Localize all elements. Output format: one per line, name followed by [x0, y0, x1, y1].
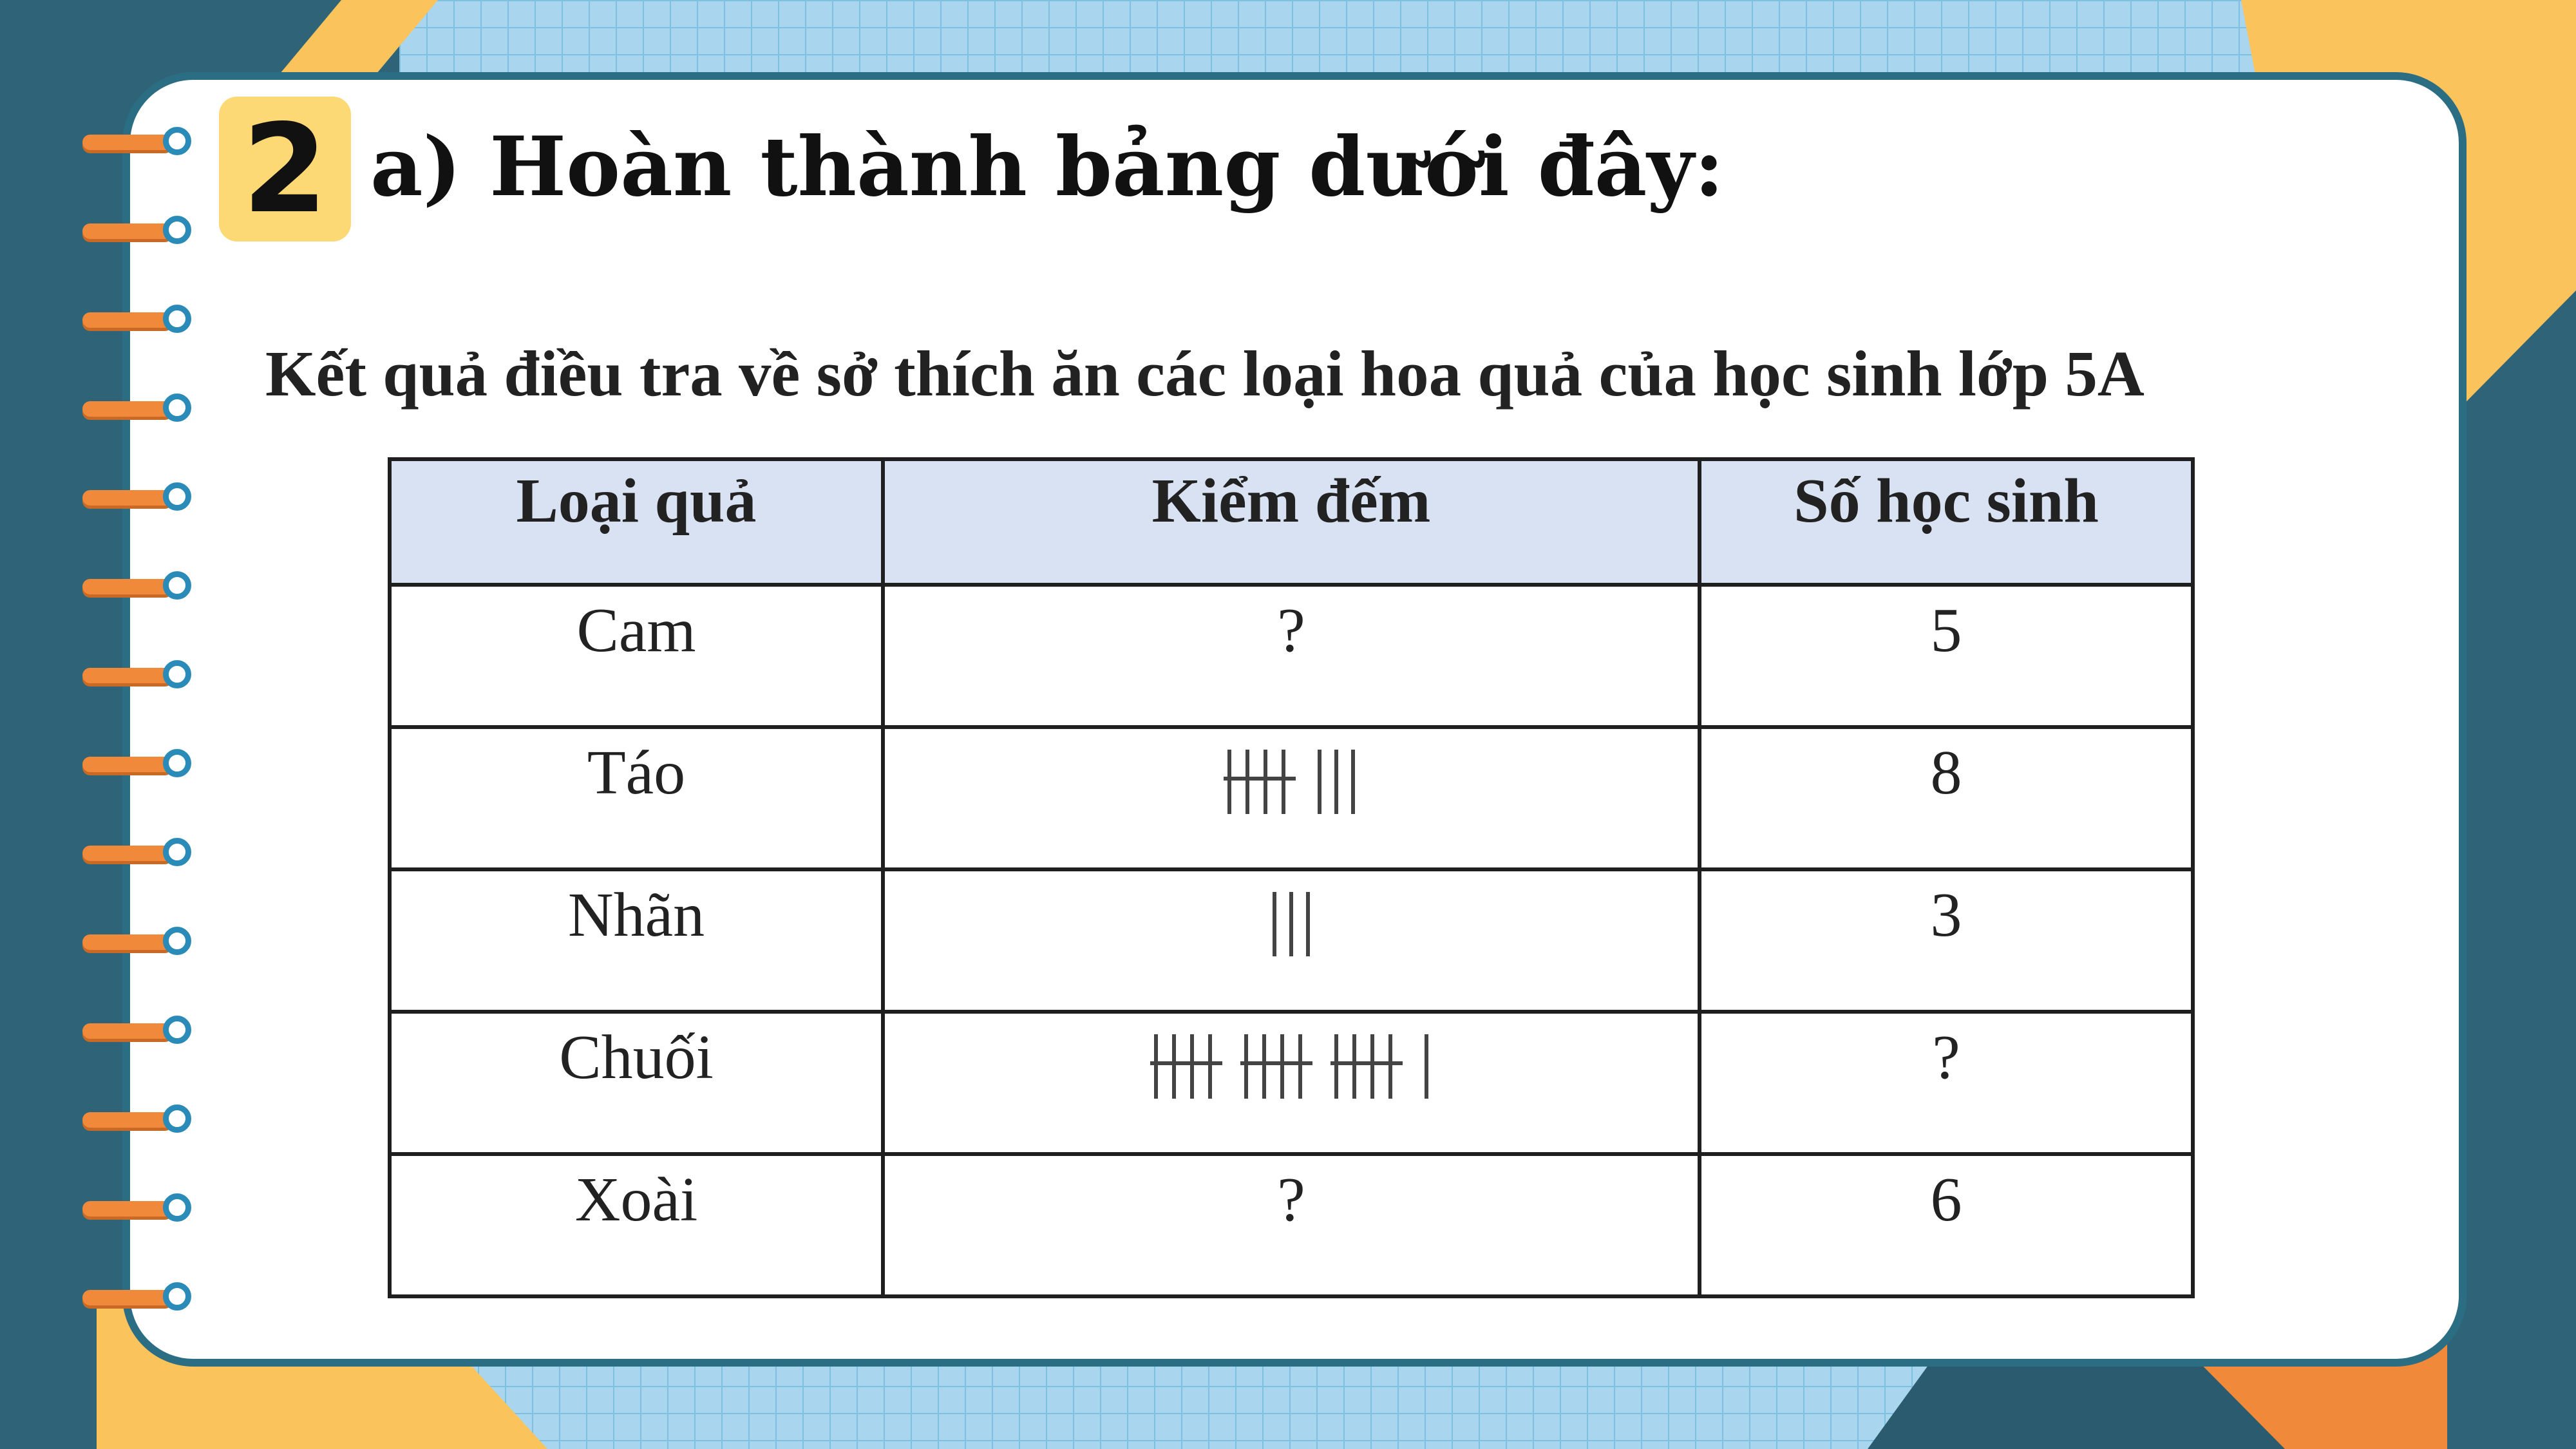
table-caption: Kết quả điều tra về sở thích ăn các loại…	[265, 337, 2145, 410]
cell-tally: ?	[881, 583, 1701, 729]
cell-count: 6	[1698, 1152, 2195, 1298]
background-grid-bottom	[451, 1359, 1932, 1449]
cell-fruit: Xoài	[388, 1152, 885, 1298]
tally-group-five	[1331, 1034, 1403, 1099]
cell-count: ?	[1698, 1010, 2195, 1156]
spiral-ring	[82, 838, 202, 876]
cell-count: 5	[1698, 583, 2195, 729]
cell-count: 3	[1698, 867, 2195, 1014]
exercise-number-badge: 2	[219, 97, 351, 242]
table-row: Chuối?	[388, 1010, 2195, 1156]
cell-fruit: Nhãn	[388, 867, 885, 1014]
spiral-ring	[82, 127, 202, 166]
cell-fruit: Táo	[388, 725, 885, 871]
spiral-ring	[82, 482, 202, 521]
tally-table: Loại quả Kiểm đếm Số học sinh Cam? 5 Táo 8 N…	[388, 457, 2195, 1298]
spiral-ring	[82, 660, 202, 699]
table-row: Cam? 5	[388, 583, 2195, 729]
cell-tally: ?	[881, 1152, 1701, 1298]
table-row: Táo 8	[388, 725, 2195, 871]
tally-group-five	[1240, 1034, 1312, 1099]
header-fruit: Loại quả	[388, 457, 885, 587]
spiral-ring	[82, 305, 202, 343]
spiral-ring	[82, 1282, 202, 1321]
tally-group-five	[1224, 750, 1296, 814]
cell-tally	[881, 1010, 1701, 1156]
tally-ones	[1425, 1034, 1428, 1099]
cell-fruit: Cam	[388, 583, 885, 729]
cell-count: 8	[1698, 725, 2195, 871]
cell-tally	[881, 867, 1701, 1014]
exercise-heading: a) Hoàn thành bảng dưới đây:	[370, 119, 1725, 214]
spiral-ring	[82, 1193, 202, 1232]
tally-ones	[1318, 750, 1355, 814]
table-row: Xoài? 6	[388, 1152, 2195, 1298]
spiral-ring	[82, 749, 202, 788]
tally-marks	[1150, 1034, 1428, 1099]
spiral-ring	[82, 393, 202, 432]
header-tally: Kiểm đếm	[881, 457, 1701, 587]
tally-group-five	[1150, 1034, 1222, 1099]
header-count: Số học sinh	[1698, 457, 2195, 587]
spiral-ring	[82, 571, 202, 610]
cell-tally	[881, 725, 1701, 871]
table-header-row: Loại quả Kiểm đếm Số học sinh	[388, 457, 2195, 587]
table-row: Nhãn 3	[388, 867, 2195, 1014]
spiral-ring	[82, 216, 202, 254]
cell-fruit: Chuối	[388, 1010, 885, 1156]
spiral-ring	[82, 1104, 202, 1143]
tally-marks	[1224, 750, 1355, 814]
spiral-ring	[82, 927, 202, 965]
spiral-ring	[82, 1016, 202, 1054]
tally-marks	[1273, 892, 1310, 956]
tally-ones	[1273, 892, 1310, 956]
